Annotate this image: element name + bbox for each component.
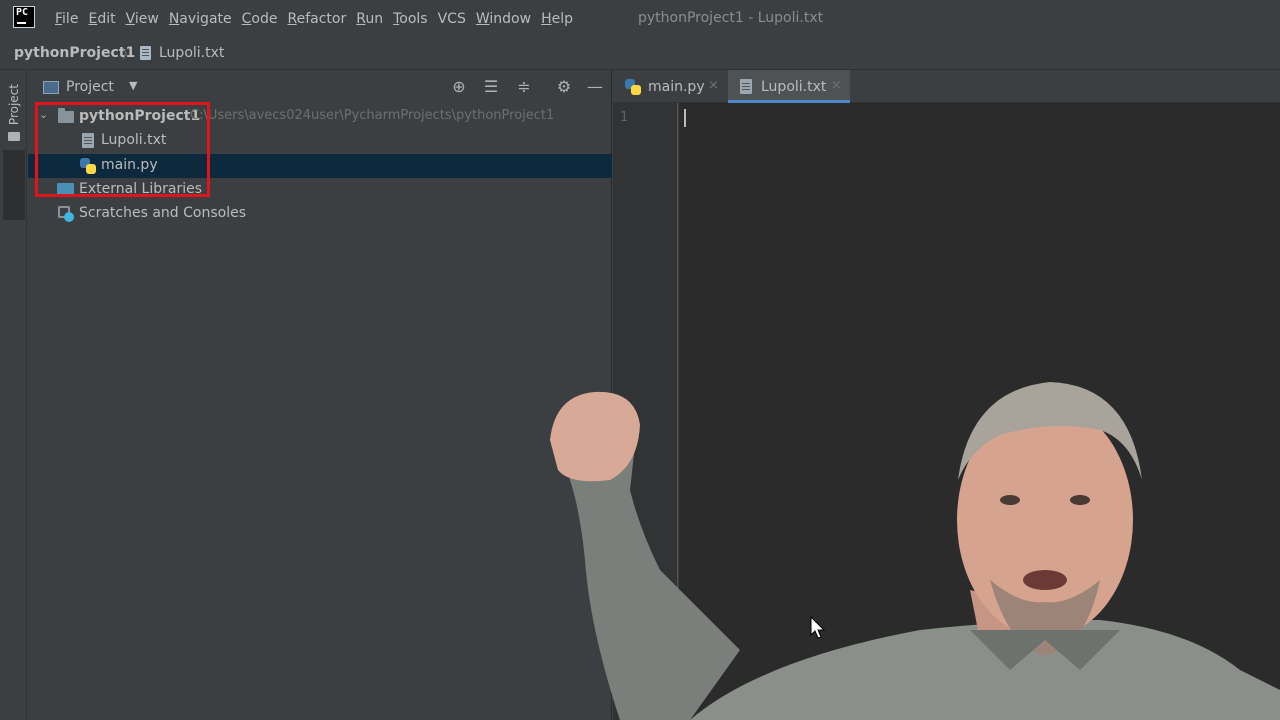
annotation-highlight-box xyxy=(35,102,210,197)
navigation-bar: pythonProject1 〉 Lupoli.txt xyxy=(0,37,1280,70)
editor-tab-bar: main.py × Lupoli.txt × xyxy=(613,70,1280,103)
pycharm-logo-icon: PC xyxy=(13,6,35,28)
project-view-icon xyxy=(43,81,59,94)
breadcrumb-file[interactable]: Lupoli.txt xyxy=(159,45,224,61)
hide-icon[interactable]: — xyxy=(585,77,605,97)
project-panel-title[interactable]: Project xyxy=(66,79,114,95)
menu-edit[interactable]: Edit xyxy=(88,11,123,27)
presenter-image xyxy=(550,382,1280,720)
text-file-icon xyxy=(140,46,151,60)
folder-icon xyxy=(8,132,20,141)
project-panel-header: Project ▼ ⊕ ☰ ≑ ⚙ — xyxy=(28,70,612,105)
tool-window-stripe xyxy=(0,70,27,720)
project-tool-tab-label[interactable]: Project xyxy=(7,84,21,125)
expand-all-icon[interactable]: ☰ xyxy=(481,77,501,97)
tab-label: main.py xyxy=(648,79,705,95)
logo-text: PC xyxy=(16,7,29,18)
tree-item-scratches[interactable]: Scratches and Consoles xyxy=(28,202,612,226)
menu-navigate[interactable]: Navigate xyxy=(169,11,240,27)
pycharm-window: PC File Edit View Navigate Code Refactor… xyxy=(0,0,1280,720)
scratches-icon xyxy=(58,206,74,222)
close-icon[interactable]: × xyxy=(708,78,719,93)
line-number: 1 xyxy=(620,110,628,125)
project-root-path: C:\Users\avecs024user\PycharmProjects\py… xyxy=(190,108,555,123)
menu-window[interactable]: Window xyxy=(476,11,539,27)
breadcrumb-separator: 〉 xyxy=(122,47,135,61)
menu-vcs[interactable]: VCS xyxy=(438,11,474,27)
menu-run[interactable]: Run xyxy=(356,11,391,27)
menu-file[interactable]: File xyxy=(55,11,86,27)
window-title: pythonProject1 - Lupoli.txt xyxy=(638,10,824,26)
menu-help[interactable]: Help xyxy=(541,11,581,27)
project-tool-tab[interactable] xyxy=(3,150,25,220)
menu-tools[interactable]: Tools xyxy=(393,11,436,27)
menu-refactor[interactable]: Refactor xyxy=(287,11,354,27)
gear-icon[interactable]: ⚙ xyxy=(554,77,574,97)
text-file-icon xyxy=(740,79,752,94)
tab-label: Lupoli.txt xyxy=(761,79,827,95)
menu-view[interactable]: View xyxy=(126,11,167,27)
close-icon[interactable]: × xyxy=(831,78,842,93)
chevron-down-icon[interactable]: ▼ xyxy=(129,79,137,92)
tab-lupoli-txt[interactable]: Lupoli.txt × xyxy=(728,70,850,103)
locate-icon[interactable]: ⊕ xyxy=(449,77,469,97)
python-file-icon xyxy=(625,79,641,95)
mouse-cursor-icon xyxy=(810,616,826,639)
menu-code[interactable]: Code xyxy=(242,11,286,27)
tab-main-py[interactable]: main.py × xyxy=(613,70,727,103)
main-menu: File Edit View Navigate Code Refactor Ru… xyxy=(55,0,583,37)
collapse-all-icon[interactable]: ≑ xyxy=(514,77,534,97)
breadcrumb-project[interactable]: pythonProject1 xyxy=(14,45,135,61)
scratches-label: Scratches and Consoles xyxy=(79,205,246,221)
menu-bar: PC File Edit View Navigate Code Refactor… xyxy=(0,0,1280,37)
text-caret xyxy=(684,109,686,127)
